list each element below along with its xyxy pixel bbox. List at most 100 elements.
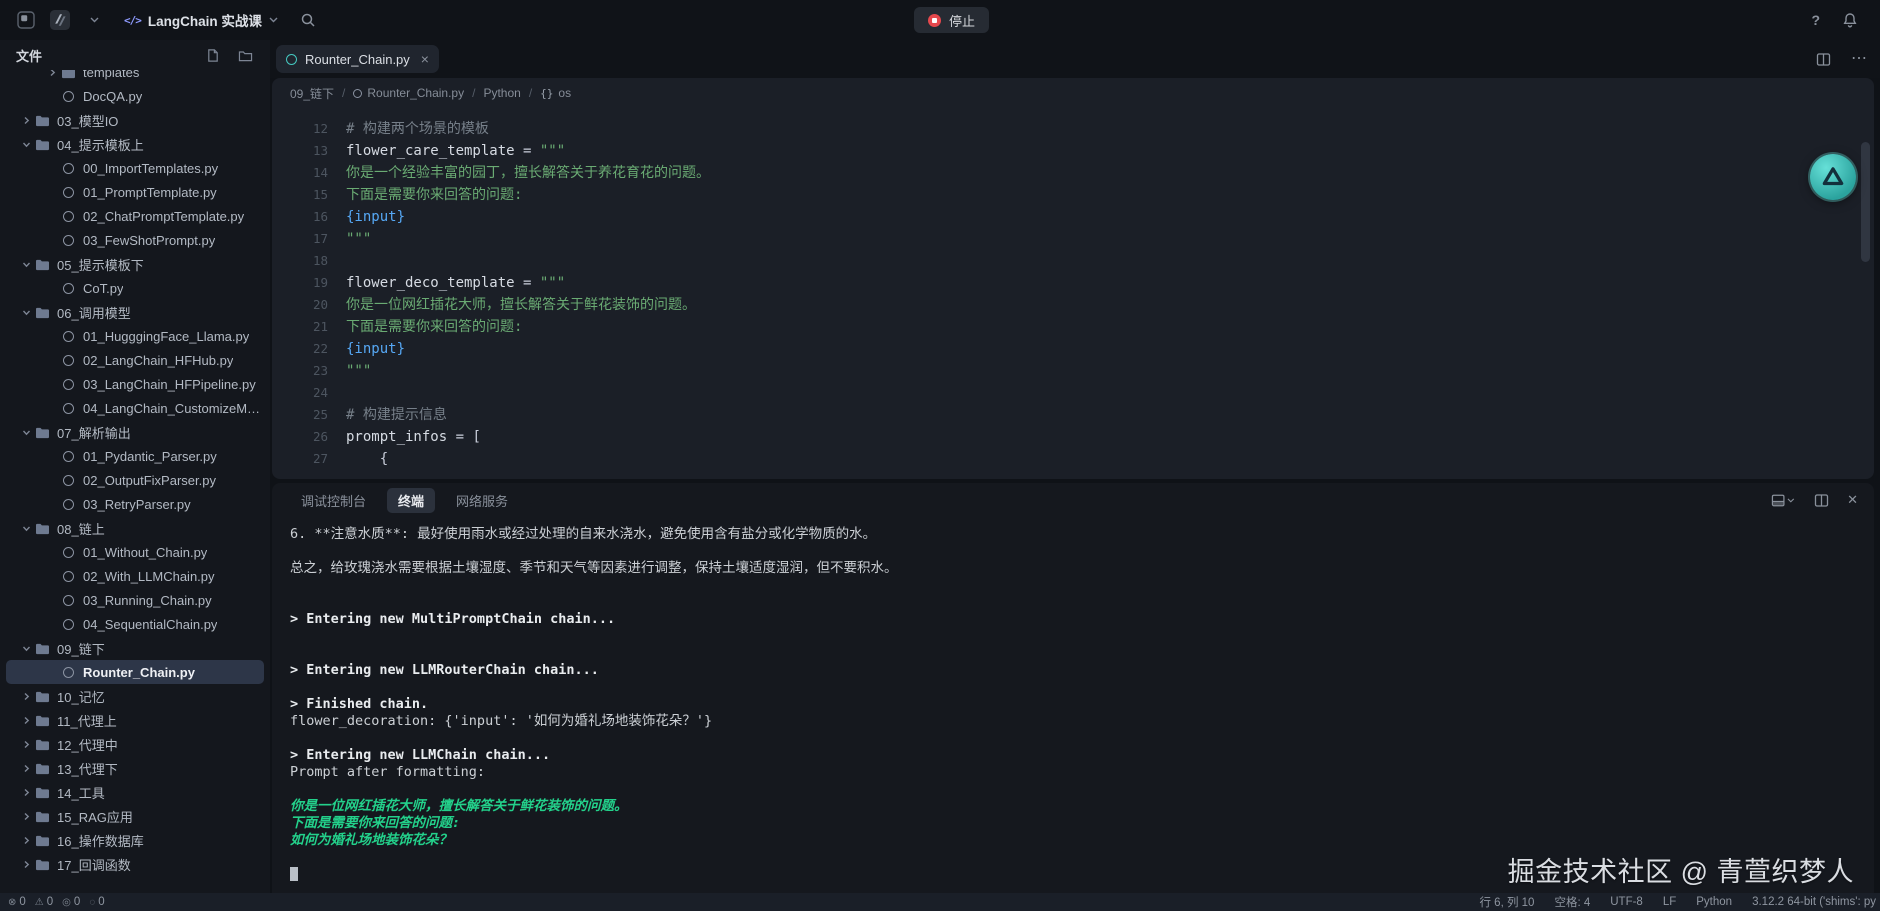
search-icon[interactable]: [296, 8, 320, 32]
app-logo-icon[interactable]: [48, 8, 72, 32]
folder-icon: [35, 786, 50, 799]
split-panel-icon[interactable]: [1809, 488, 1833, 512]
tree-file-item[interactable]: 02_OutputFixParser.py: [6, 468, 264, 492]
code-line[interactable]: 21下面是需要你来回答的问题:: [272, 316, 1874, 338]
assistant-avatar[interactable]: [1810, 154, 1856, 200]
notifications-bell-icon[interactable]: [1838, 8, 1862, 32]
tree-file-item[interactable]: 02_LangChain_HFHub.py: [6, 348, 264, 372]
breadcrumb-file[interactable]: Rounter_Chain.py: [353, 86, 464, 100]
stop-button[interactable]: 停止: [914, 7, 989, 33]
tree-folder-item[interactable]: 16_操作数据库: [6, 828, 264, 852]
close-tab-icon[interactable]: ×: [421, 51, 429, 67]
panel-tab-0[interactable]: 调试控制台: [290, 488, 377, 513]
chevron-down-icon: [22, 260, 31, 269]
files-sidebar: 文件 templatesDocQA.py03_模型IO04_提示模板上00_Im…: [0, 40, 270, 893]
tree-file-item[interactable]: 04_SequentialChain.py: [6, 612, 264, 636]
code-line[interactable]: 15下面是需要你来回答的问题:: [272, 184, 1874, 206]
breadcrumb-symbol[interactable]: {}os: [540, 86, 571, 100]
terminal-output[interactable]: 6. **注意水质**: 最好使用雨水或经过处理的自来水浇水，避免使用含有盐分或…: [272, 517, 1874, 893]
status-indentation[interactable]: 空格: 4: [1554, 894, 1590, 910]
status-errors-indicator[interactable]: ⊗0: [8, 896, 26, 908]
close-panel-icon[interactable]: ✕: [1847, 492, 1858, 508]
code-line[interactable]: 20你是一位网红插花大师，擅长解答关于鲜花装饰的问题。: [272, 294, 1874, 316]
tree-folder-item[interactable]: 12_代理中: [6, 732, 264, 756]
code-line[interactable]: 23""": [272, 360, 1874, 382]
code-line[interactable]: 27 {: [272, 448, 1874, 470]
code-line[interactable]: 26prompt_infos = [: [272, 426, 1874, 448]
tree-folder-item[interactable]: 13_代理下: [6, 756, 264, 780]
status-cursor-position[interactable]: 行 6, 列 10: [1479, 894, 1534, 910]
status-encoding[interactable]: UTF-8: [1610, 894, 1643, 910]
tree-folder-item[interactable]: 05_提示模板下: [6, 252, 264, 276]
tree-file-item[interactable]: 03_FewShotPrompt.py: [6, 228, 264, 252]
tree-file-item[interactable]: 00_ImportTemplates.py: [6, 156, 264, 180]
tree-folder-item[interactable]: 03_模型IO: [6, 108, 264, 132]
code-line[interactable]: 19flower_deco_template = """: [272, 272, 1874, 294]
code-line[interactable]: 12# 构建两个场景的模板: [272, 118, 1874, 140]
breadcrumb-separator: /: [529, 86, 532, 100]
split-editor-icon[interactable]: [1811, 47, 1835, 71]
breadcrumb-folder[interactable]: 09_链下: [290, 85, 334, 102]
code-line[interactable]: 16{input}: [272, 206, 1874, 228]
tree-folder-item[interactable]: 14_工具: [6, 780, 264, 804]
status-ports-indicator[interactable]: ◌0: [89, 896, 104, 908]
tree-file-item[interactable]: CoT.py: [6, 276, 264, 300]
tree-folder-item[interactable]: 11_代理上: [6, 708, 264, 732]
tree-folder-item[interactable]: 04_提示模板上: [6, 132, 264, 156]
editor-scrollbar-thumb[interactable]: [1861, 142, 1870, 262]
code-line[interactable]: 17""": [272, 228, 1874, 250]
chevron-down-icon: [22, 644, 31, 653]
tree-file-item[interactable]: 01_HugggingFace_Llama.py: [6, 324, 264, 348]
editor-tab-rounter-chain[interactable]: Rounter_Chain.py ×: [276, 45, 439, 73]
tree-file-item[interactable]: 02_ChatPromptTemplate.py: [6, 204, 264, 228]
status-eol[interactable]: LF: [1663, 894, 1676, 910]
tree-folder-item[interactable]: 10_记忆: [6, 684, 264, 708]
code-line[interactable]: 22{input}: [272, 338, 1874, 360]
tree-item-label: 02_ChatPromptTemplate.py: [83, 209, 244, 224]
tree-file-item[interactable]: 01_Without_Chain.py: [6, 540, 264, 564]
status-notifications-indicator[interactable]: ◎0: [62, 896, 80, 908]
tree-file-item[interactable]: Rounter_Chain.py: [6, 660, 264, 684]
panel-tab-2[interactable]: 网络服务: [445, 488, 519, 513]
terminal-line: [290, 577, 1856, 594]
tree-folder-item[interactable]: 07_解析输出: [6, 420, 264, 444]
new-folder-icon[interactable]: [236, 46, 254, 64]
code-line[interactable]: 14你是一个经验丰富的园丁，擅长解答关于养花育花的问题。: [272, 162, 1874, 184]
app-menu-icon[interactable]: [14, 8, 38, 32]
tree-folder-item[interactable]: 09_链下: [6, 636, 264, 660]
tree-file-item[interactable]: 03_Running_Chain.py: [6, 588, 264, 612]
chevron-down-icon[interactable]: [82, 8, 106, 32]
tree-file-item[interactable]: 01_PromptTemplate.py: [6, 180, 264, 204]
tree-folder-item[interactable]: 08_链上: [6, 516, 264, 540]
tree-file-item[interactable]: 03_LangChain_HFPipeline.py: [6, 372, 264, 396]
status-warnings-indicator[interactable]: ⚠0: [35, 896, 53, 908]
tree-folder-item[interactable]: 06_调用模型: [6, 300, 264, 324]
tree-item-label: 13_代理下: [57, 759, 118, 778]
status-python-interpreter[interactable]: 3.12.2 64-bit ('shims': py: [1752, 894, 1876, 910]
workspace-switcher[interactable]: </> LangChain 实战课: [124, 10, 278, 30]
help-icon[interactable]: ?: [1811, 12, 1820, 28]
tree-file-item[interactable]: 02_With_LLMChain.py: [6, 564, 264, 588]
tree-file-item[interactable]: 01_Pydantic_Parser.py: [6, 444, 264, 468]
more-actions-icon[interactable]: ⋯: [1851, 54, 1868, 64]
code-editor[interactable]: 12# 构建两个场景的模板13flower_care_template = ""…: [272, 108, 1874, 479]
chevron-right-icon: [22, 788, 31, 797]
panel-tab-1[interactable]: 终端: [387, 488, 435, 513]
code-line[interactable]: 18: [272, 250, 1874, 272]
new-file-icon[interactable]: [204, 46, 222, 64]
code-line[interactable]: 25# 构建提示信息: [272, 404, 1874, 426]
tree-file-item[interactable]: 04_LangChain_CustomizeMod...: [6, 396, 264, 420]
tree-file-item[interactable]: DocQA.py: [6, 84, 264, 108]
python-file-icon: [63, 91, 74, 102]
folder-icon: [35, 642, 50, 655]
tree-folder-item[interactable]: 15_RAG应用: [6, 804, 264, 828]
code-line[interactable]: 13flower_care_template = """: [272, 140, 1874, 162]
breadcrumb-language[interactable]: Python: [483, 86, 520, 100]
status-language-mode[interactable]: Python: [1696, 894, 1732, 910]
code-line[interactable]: 24: [272, 382, 1874, 404]
tree-file-item[interactable]: 03_RetryParser.py: [6, 492, 264, 516]
editor-area: Rounter_Chain.py × ⋯ 09_链下 / Rounter_Cha…: [270, 40, 1880, 893]
panel-layout-icon[interactable]: [1771, 488, 1795, 512]
tree-folder-item[interactable]: 17_回调函数: [6, 852, 264, 876]
warnings-icon: ⚠: [35, 897, 44, 908]
